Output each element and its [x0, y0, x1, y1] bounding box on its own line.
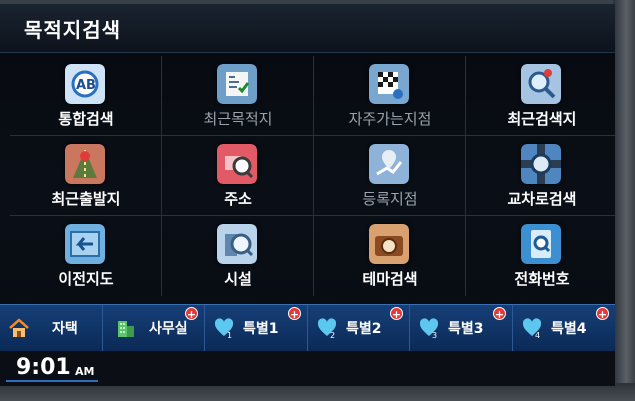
shortcut-home[interactable]: 자택 [0, 305, 103, 351]
heart-1-icon: 1 [214, 318, 234, 339]
add-badge[interactable]: + [185, 307, 198, 321]
menu-item-registered-places[interactable]: 등록지점 [314, 136, 466, 216]
screen: 목적지검색 AB 통합검색 최근목적지 자주가는지점 최근검색지 최근출발지 주… [0, 4, 615, 386]
shortcut-bar: 자택 사무실 + 1 특별1 + 2 특별2 + 3 특별3 + 4 특별4 + [0, 304, 615, 351]
svg-text:3: 3 [432, 331, 437, 339]
menu-item-label: 테마검색 [362, 270, 418, 288]
clock-underline [6, 380, 98, 382]
recent-search-icon [521, 64, 561, 104]
clock-time: 9:01 [16, 355, 71, 380]
shortcut-office[interactable]: 사무실 + [103, 305, 205, 351]
menu-item-label: 시설 [224, 270, 252, 288]
svg-text:1: 1 [227, 331, 232, 339]
address-icon [217, 144, 257, 184]
add-badge[interactable]: + [390, 307, 403, 321]
clock-ampm: AM [75, 365, 95, 378]
shortcut-label: 자택 [52, 321, 78, 337]
menu-item-frequent-places[interactable]: 자주가는지점 [314, 56, 466, 136]
add-badge[interactable]: + [596, 307, 609, 321]
theme-search-icon [369, 224, 409, 264]
recent-destination-icon [217, 64, 257, 104]
shortcut-special-3[interactable]: 3 특별3 + [410, 305, 513, 351]
menu-grid: AB 통합검색 최근목적지 자주가는지점 최근검색지 최근출발지 주소 등록지점… [10, 56, 615, 296]
heart-3-icon: 3 [419, 318, 439, 339]
shortcut-special-1[interactable]: 1 특별1 + [205, 305, 308, 351]
add-badge[interactable]: + [288, 307, 301, 321]
home-icon [9, 318, 29, 337]
menu-item-previous-map[interactable]: 이전지도 [10, 216, 162, 296]
shortcut-special-2[interactable]: 2 특별2 + [308, 305, 410, 351]
heart-2-icon: 2 [317, 318, 337, 339]
intersection-search-icon [521, 144, 561, 184]
shortcut-label: 특별2 [346, 321, 382, 337]
menu-item-recent-destination[interactable]: 최근목적지 [162, 56, 314, 136]
menu-item-recent-search[interactable]: 최근검색지 [466, 56, 615, 136]
bezel-right [613, 0, 635, 401]
menu-item-label: 자주가는지점 [348, 110, 432, 128]
shortcut-label: 특별3 [448, 321, 484, 337]
shortcut-label: 특별4 [551, 321, 587, 337]
svg-text:4: 4 [535, 331, 540, 339]
menu-item-label: 이전지도 [58, 270, 114, 288]
menu-item-unified-search[interactable]: AB 통합검색 [10, 56, 162, 136]
shortcut-special-4[interactable]: 4 특별4 + [513, 305, 615, 351]
menu-item-label: 최근출발지 [51, 190, 121, 208]
facility-icon [217, 224, 257, 264]
menu-item-label: 교차로검색 [507, 190, 577, 208]
menu-item-intersection-search[interactable]: 교차로검색 [466, 136, 615, 216]
add-badge[interactable]: + [493, 307, 506, 321]
page-title: 목적지검색 [24, 18, 121, 42]
svg-text:AB: AB [76, 78, 96, 93]
title-bar: 목적지검색 [0, 4, 615, 53]
menu-item-label: 주소 [224, 190, 252, 208]
status-bar: 9:01 AM [0, 351, 615, 386]
menu-item-address[interactable]: 주소 [162, 136, 314, 216]
menu-item-theme-search[interactable]: 테마검색 [314, 216, 466, 296]
shortcut-label: 특별1 [243, 321, 279, 337]
svg-text:2: 2 [330, 331, 335, 339]
menu-item-label: 전화번호 [514, 270, 570, 288]
menu-item-label: 통합검색 [58, 110, 114, 128]
menu-item-recent-departure[interactable]: 최근출발지 [10, 136, 162, 216]
menu-item-facility[interactable]: 시설 [162, 216, 314, 296]
recent-departure-icon [65, 144, 105, 184]
menu-item-label: 최근검색지 [507, 110, 577, 128]
previous-map-icon [65, 224, 105, 264]
shortcut-label: 사무실 [149, 321, 188, 337]
unified-search-icon: AB [65, 64, 105, 104]
menu-item-label: 등록지점 [362, 190, 418, 208]
heart-4-icon: 4 [522, 318, 542, 339]
menu-item-phone-number[interactable]: 전화번호 [466, 216, 615, 296]
registered-places-icon [369, 144, 409, 184]
phone-number-icon [521, 224, 561, 264]
menu-item-label: 최근목적지 [203, 110, 273, 128]
office-icon [118, 321, 134, 337]
frequent-places-icon [369, 64, 409, 104]
